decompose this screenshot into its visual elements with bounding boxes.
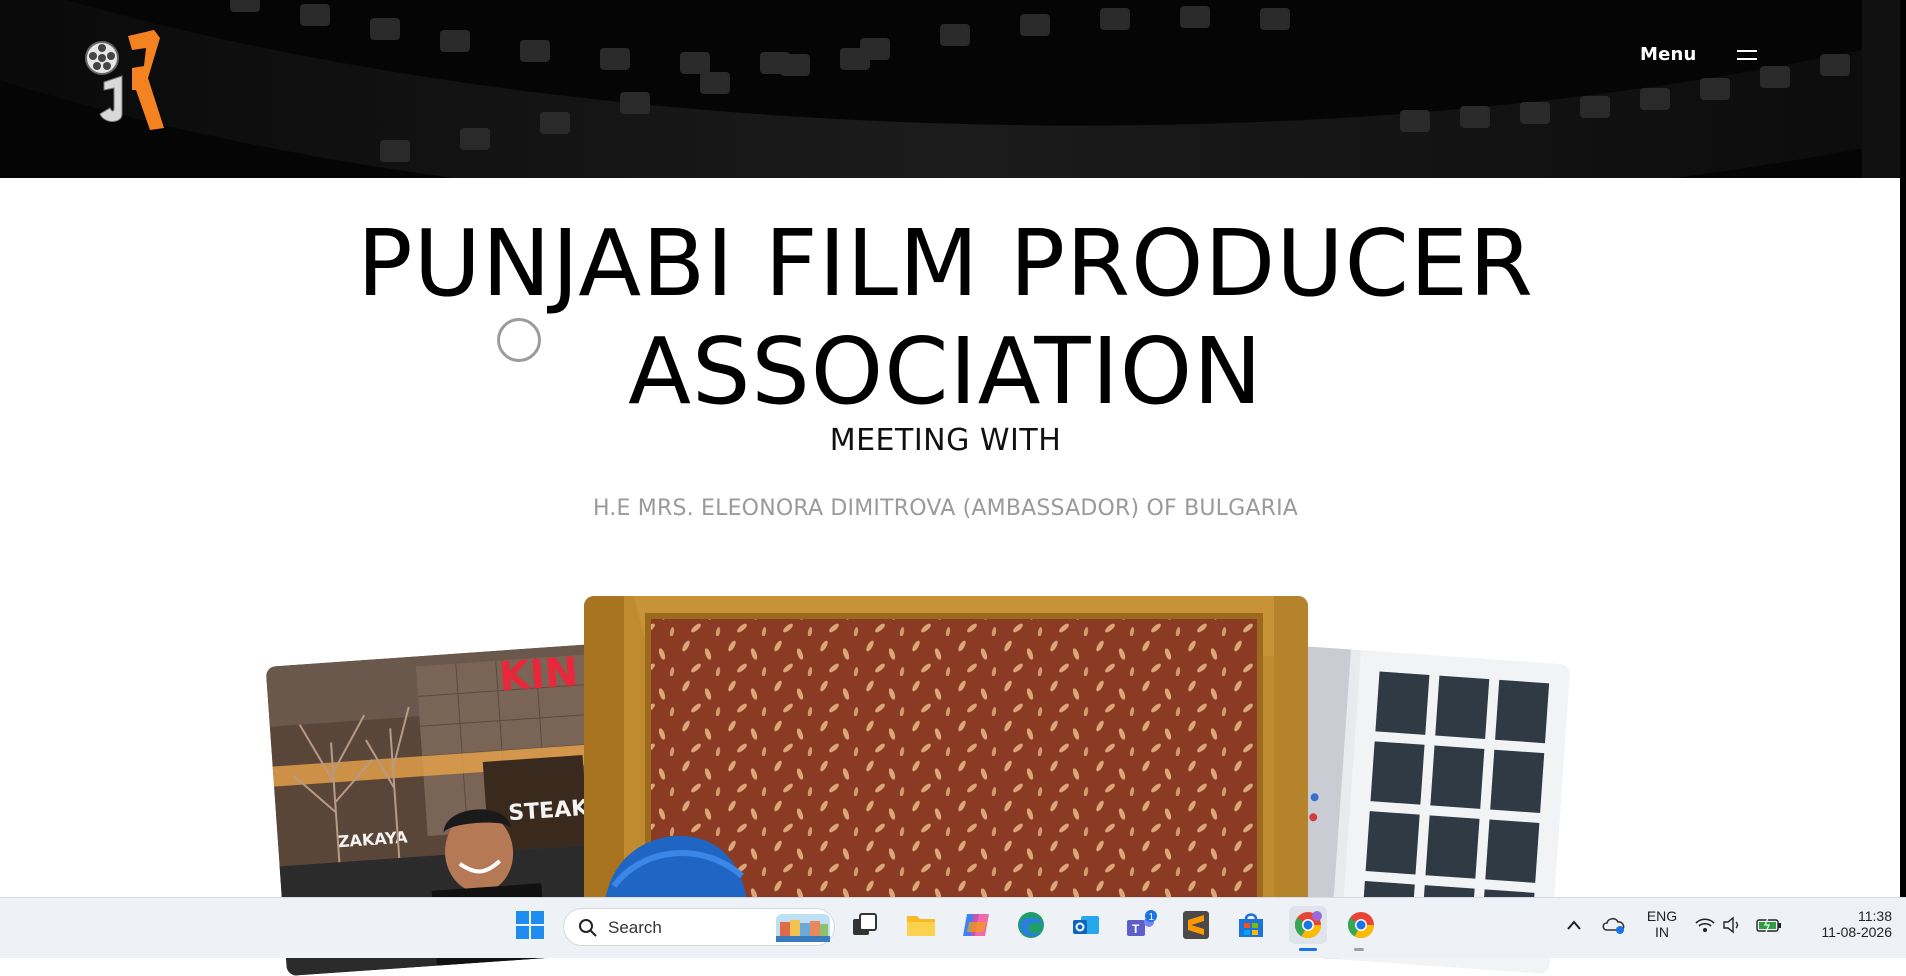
page-right-edge (1900, 0, 1906, 897)
cloud-icon (1602, 917, 1625, 934)
site-logo[interactable] (84, 28, 164, 130)
windows-logo-icon (516, 911, 544, 939)
menu-label: Menu (1640, 44, 1697, 65)
meeting-subtitle: MEETING WITH (829, 423, 1062, 458)
sign-kin: KIN (497, 649, 579, 700)
teams-badge: 1 (1149, 912, 1155, 923)
chevron-up-icon (1567, 920, 1581, 930)
outlook-icon (1073, 916, 1099, 934)
search-highlight-image (776, 914, 830, 942)
folder-icon (907, 916, 935, 936)
copilot-button[interactable] (959, 908, 993, 942)
edge-browser-button[interactable] (1014, 908, 1048, 942)
show-hidden-icons-button[interactable] (1557, 908, 1591, 942)
film-strip-background (0, 0, 1906, 178)
site-header: Menu (0, 0, 1906, 178)
file-explorer-button[interactable] (904, 908, 938, 942)
wifi-button[interactable] (1692, 908, 1718, 942)
clock-time: 11:38 (1858, 908, 1892, 924)
wifi-icon (1695, 918, 1715, 932)
edge-icon (1018, 912, 1044, 938)
meeting-caption: H.E MRS. ELEONORA DIMITROVA (AMBASSADOR)… (592, 496, 1299, 521)
battery-charging-icon (1756, 917, 1781, 933)
hamburger-icon (1736, 48, 1757, 62)
gallery-photo-center[interactable] (584, 596, 1308, 916)
start-button[interactable] (513, 908, 547, 942)
menu-button[interactable]: Menu (1640, 44, 1757, 65)
outlook-button[interactable] (1069, 908, 1103, 942)
region-code: IN (1655, 924, 1669, 940)
clock-date: 11-08-2026 (1821, 924, 1892, 940)
chrome-icon (1294, 911, 1322, 939)
battery-button[interactable] (1754, 908, 1784, 942)
store-icon (1239, 913, 1263, 937)
search-placeholder: Search (608, 918, 662, 937)
task-view-button[interactable] (848, 908, 882, 942)
volume-button[interactable] (1720, 908, 1746, 942)
microsoft-store-button[interactable] (1234, 908, 1268, 942)
chrome-running-indicator (1354, 948, 1364, 951)
svg-text:T: T (1132, 922, 1140, 936)
chrome-icon (1347, 912, 1375, 939)
onedrive-button[interactable] (1597, 908, 1631, 942)
task-view-icon (853, 913, 877, 935)
copilot-icon (963, 914, 989, 936)
sublime-text-icon (1183, 911, 1209, 939)
cursor-indicator (497, 318, 541, 362)
page-title: PUNJABI FILM PRODUCER ASSOCIATION (0, 210, 1891, 426)
search-icon (579, 919, 597, 937)
speaker-icon (1723, 916, 1739, 934)
language-code: ENG (1646, 908, 1678, 924)
chrome-button-active[interactable] (1289, 906, 1327, 944)
clock[interactable]: 11:38 11-08-2026 (1796, 908, 1892, 940)
page-title-line-2: ASSOCIATION (628, 318, 1263, 425)
chrome-profile-button[interactable] (1344, 908, 1378, 942)
teams-button[interactable]: T 1 (1124, 908, 1158, 942)
taskbar-search-box[interactable]: Search (563, 908, 835, 946)
teams-icon: T 1 (1127, 910, 1157, 936)
chrome-active-indicator (1299, 948, 1317, 951)
page-title-line-1: PUNJABI FILM PRODUCER (357, 210, 1534, 317)
language-indicator[interactable]: ENG IN (1642, 908, 1682, 940)
gallery-photo-center-image (584, 596, 1308, 916)
sublime-text-button[interactable] (1179, 908, 1213, 942)
